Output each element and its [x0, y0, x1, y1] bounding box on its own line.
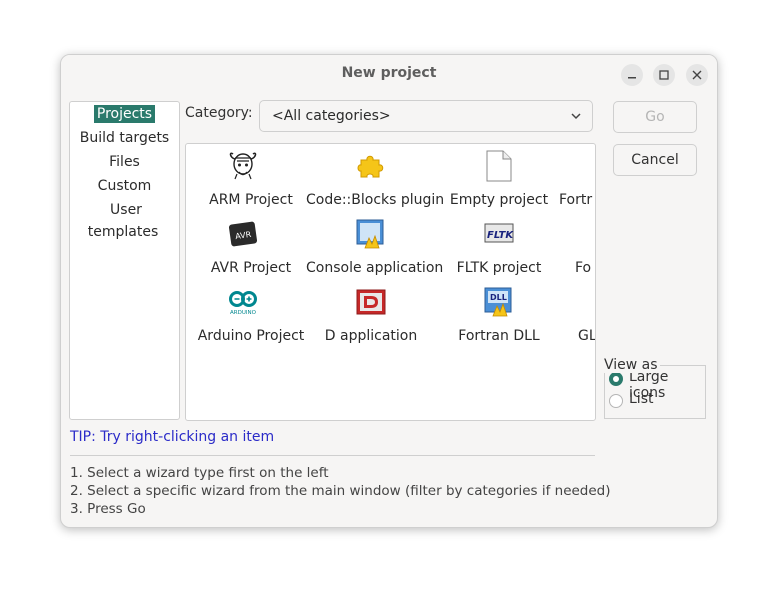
instruction-line: 3. Press Go — [70, 501, 146, 517]
wizard-type-label: Projects — [93, 105, 156, 123]
arduino-icon: ARDUINO — [229, 291, 257, 316]
blank-page-icon — [486, 150, 512, 182]
instruction-line: 2. Select a specific wizard from the mai… — [70, 483, 611, 499]
template-label: Console application — [306, 260, 444, 276]
wizard-type-label: User templates — [87, 202, 159, 240]
dll-icon: DLL — [484, 287, 512, 317]
template-label: D application — [324, 328, 418, 344]
divider — [70, 455, 595, 456]
tip-text: TIP: Try right-clicking an item — [70, 429, 275, 445]
template-partial-gl[interactable]: GL — [525, 284, 596, 350]
template-arm-project[interactable]: ARM Project — [186, 148, 316, 214]
wizard-type-list: Projects Build targets Files Custom User… — [69, 101, 180, 420]
template-label: Code::Blocks plugin — [306, 192, 445, 208]
template-label: ARM Project — [209, 192, 293, 208]
template-grid: ARM Project Code::Blocks plugin Empty pr… — [185, 143, 596, 421]
template-label: Fortr — [559, 192, 593, 208]
chevron-down-icon — [571, 113, 581, 120]
list-radio[interactable] — [609, 394, 623, 408]
template-codeblocks-plugin[interactable]: Code::Blocks plugin — [306, 148, 445, 214]
wizard-type-label: Files — [109, 154, 140, 170]
template-label: Arduino Project — [197, 328, 305, 344]
template-arduino-project[interactable]: ARDUINO Arduino Project — [186, 284, 316, 350]
minimize-icon — [628, 77, 636, 79]
avr-chip-icon: AVR — [228, 221, 258, 247]
minimize-button[interactable] — [621, 64, 643, 86]
title-bar[interactable]: New project — [61, 55, 717, 93]
view-as-title: View as — [602, 357, 660, 373]
wizard-type-build-targets[interactable]: Build targets — [70, 127, 179, 149]
svg-text:ARDUINO: ARDUINO — [230, 310, 257, 316]
wizard-type-custom[interactable]: Custom — [70, 175, 179, 197]
template-fortran-partial[interactable]: Fortr — [525, 148, 595, 214]
wizard-type-label: Custom — [97, 178, 152, 194]
svg-text:FLTK: FLTK — [487, 230, 514, 241]
template-d-application[interactable]: D application — [306, 284, 436, 350]
svg-text:DLL: DLL — [490, 293, 507, 302]
large-icons-radio[interactable] — [609, 372, 623, 386]
close-button[interactable] — [686, 64, 708, 86]
template-label: GL — [578, 328, 596, 344]
fltk-icon: FLTK — [484, 223, 514, 243]
puzzle-icon — [357, 155, 384, 178]
view-as-group: Large icons List — [604, 365, 706, 419]
wizard-type-files[interactable]: Files — [70, 151, 179, 173]
instruction-line: 1. Select a wizard type first on the lef… — [70, 465, 329, 481]
wizard-type-label: Build targets — [79, 130, 170, 146]
wizard-type-projects[interactable]: Projects — [70, 103, 179, 125]
console-app-icon — [356, 219, 384, 249]
close-icon — [692, 70, 702, 80]
go-button[interactable]: Go — [613, 101, 697, 133]
category-label: Category: — [185, 105, 253, 121]
template-avr-project[interactable]: AVR AVR Project — [186, 216, 316, 282]
gnu-icon — [229, 152, 257, 180]
new-project-dialog: New project Projects Build targets Files… — [60, 54, 718, 528]
category-value: <All categories> — [272, 108, 391, 124]
template-label: AVR Project — [210, 260, 292, 276]
maximize-button[interactable] — [653, 64, 675, 86]
category-select[interactable]: <All categories> — [259, 100, 593, 132]
wizard-type-user-templates[interactable]: User templates — [70, 199, 179, 240]
d-app-icon — [356, 289, 386, 315]
template-partial-fo[interactable]: Fo — [525, 216, 595, 282]
maximize-icon — [659, 70, 669, 80]
template-console-application[interactable]: Console application — [306, 216, 444, 282]
cancel-button[interactable]: Cancel — [613, 144, 697, 176]
list-label[interactable]: List — [629, 391, 653, 407]
dialog-title: New project — [341, 65, 437, 81]
template-label: Fo — [575, 260, 592, 276]
